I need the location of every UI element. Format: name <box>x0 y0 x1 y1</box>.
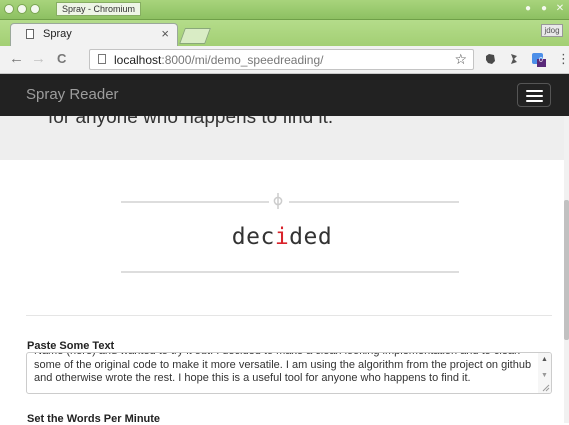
extension-badge-count: 0 <box>539 57 543 64</box>
reader-top-line-left <box>121 201 269 203</box>
reload-icon[interactable]: C <box>57 50 66 68</box>
page-scrollbar-thumb[interactable] <box>564 200 569 340</box>
paste-text-label: Paste Some Text <box>27 340 115 352</box>
page-icon <box>98 54 106 64</box>
profile-button[interactable]: jdog <box>541 24 563 37</box>
page-scrollbar[interactable] <box>564 116 569 423</box>
reader-word: decided <box>227 224 337 250</box>
scroll-up-icon[interactable]: ▲ <box>541 356 548 363</box>
window-title: Spray - Chromium <box>56 2 142 16</box>
reader-bottom-line <box>121 271 459 273</box>
window-close-icon[interactable]: ✕ <box>554 3 566 15</box>
word-focus-letter: i <box>274 224 290 250</box>
tab-title: Spray <box>43 28 72 40</box>
tab-spray[interactable]: Spray × <box>10 23 178 46</box>
scroll-down-icon[interactable]: ▼ <box>541 372 548 379</box>
extension-badge-icon[interactable]: 0 <box>531 52 546 67</box>
star-icon[interactable]: ☆ <box>454 51 467 68</box>
word-prefix: dec <box>231 224 275 250</box>
evernote-icon[interactable] <box>483 52 497 66</box>
page-icon <box>26 29 34 39</box>
new-tab-button[interactable] <box>179 28 211 44</box>
navbar-brand[interactable]: Spray Reader <box>26 86 119 103</box>
url-text[interactable]: localhost:8000/mi/demo_speedreading/ <box>114 53 324 67</box>
url-path: :8000/mi/demo_speedreading/ <box>161 53 324 67</box>
tab-strip: Spray × jdog <box>0 20 569 46</box>
url-host: localhost <box>114 53 162 67</box>
hamburger-icon[interactable] <box>517 83 551 107</box>
tab-close-icon[interactable]: × <box>161 26 169 41</box>
forward-icon[interactable]: → <box>31 50 46 68</box>
extension-icon[interactable] <box>507 52 521 66</box>
window-minimize-icon[interactable]: ● <box>522 3 534 15</box>
divider <box>26 315 552 316</box>
browser-toolbar: ← → C localhost:8000/mi/demo_speedreadin… <box>0 46 569 74</box>
window-maximize-dot[interactable] <box>30 4 40 14</box>
reader-top-line-right <box>289 201 459 203</box>
site-navbar: Spray Reader <box>0 74 569 116</box>
back-icon[interactable]: ← <box>9 50 24 68</box>
window-maximize-icon[interactable]: ● <box>538 3 550 15</box>
address-bar[interactable]: localhost:8000/mi/demo_speedreading/ ☆ <box>89 49 474 70</box>
wpm-label: Set the Words Per Minute <box>27 413 161 425</box>
window-titlebar: Spray - Chromium ● ● ✕ <box>0 0 569 20</box>
jumbotron: for anyone who happens to find it. <box>0 116 569 160</box>
textarea-content[interactable]: Name (here) and wanted to try it out. I … <box>34 353 532 386</box>
window-minimize-dot[interactable] <box>17 4 27 14</box>
jumbotron-text: for anyone who happens to find it. <box>48 116 334 128</box>
paste-text-textarea[interactable]: Name (here) and wanted to try it out. I … <box>26 352 552 394</box>
menu-icon[interactable]: ⋮ <box>557 50 569 68</box>
word-suffix: ded <box>289 224 333 250</box>
window-close-dot[interactable] <box>4 4 14 14</box>
resize-grip-icon[interactable] <box>542 384 550 392</box>
focus-marker-icon <box>273 193 283 209</box>
